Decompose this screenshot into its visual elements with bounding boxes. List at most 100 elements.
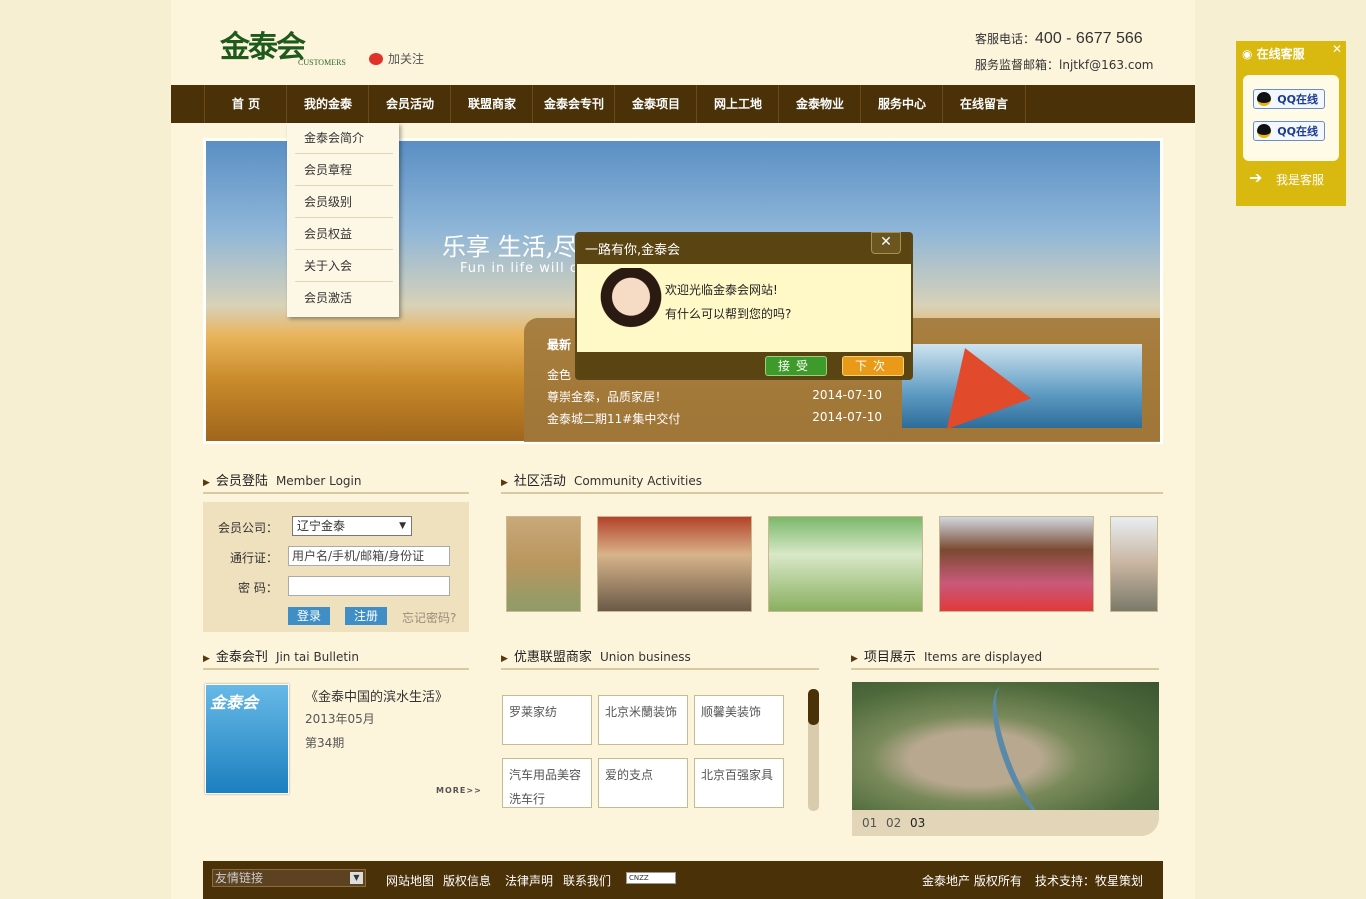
activity-photo[interactable] <box>506 516 581 612</box>
arrow-icon: ▶ <box>501 478 508 488</box>
news-item[interactable]: 金泰城二期11#集中交付 2014-07-10 <box>547 410 882 427</box>
union-merchant[interactable]: 北京百强家具 <box>694 758 784 808</box>
footer-link-contact[interactable]: 联系我们 <box>563 872 611 889</box>
footer-link-copyright[interactable]: 版权信息 <box>443 872 491 889</box>
next-time-button[interactable]: 下次 <box>842 356 904 376</box>
qq-online-button[interactable]: QQ在线 <box>1253 89 1325 109</box>
activity-photo[interactable] <box>597 516 752 612</box>
login-heading: ▶ 会员登陆 Member Login <box>203 470 469 494</box>
nav-item-service-center[interactable]: 服务中心 <box>860 85 943 123</box>
qq-online-button[interactable]: QQ在线 <box>1253 121 1325 141</box>
popup-message: 欢迎光临金泰会网站! 有什么可以帮到您的吗? <box>665 278 791 326</box>
dropdown-item-intro[interactable]: 金泰会简介 <box>295 123 393 154</box>
hotline: 客服电话：400 - 6677 566 <box>975 30 1143 48</box>
pager-03[interactable]: 03 <box>910 816 925 830</box>
arrow-icon: ▶ <box>501 654 508 664</box>
popup-line1: 欢迎光临金泰会网站! <box>665 283 778 297</box>
nav-item-journal[interactable]: 金泰会专刊 <box>532 85 615 123</box>
footer-support: 技术支持：牧星策划 <box>1035 874 1144 888</box>
chevron-down-icon: ▼ <box>399 521 406 531</box>
footer-link-legal[interactable]: 法律声明 <box>505 872 553 889</box>
qq-label: QQ在线 <box>1277 93 1318 106</box>
company-label: 会员公司： <box>218 521 279 535</box>
heading-text: 优惠联盟商家 <box>513 650 592 665</box>
union-merchant[interactable]: 北京米蘭装饰 <box>598 695 688 745</box>
project-pager: 01 02 03 <box>852 810 1159 836</box>
my-jintai-dropdown: 金泰会简介 会员章程 会员级别 会员权益 关于入会 会员激活 <box>287 123 399 317</box>
heading-en: Community Activities <box>573 474 702 488</box>
heading-en: Jin tai Bulletin <box>275 650 359 664</box>
password-label: 密 码： <box>238 581 278 595</box>
union-scrollbar[interactable] <box>808 689 819 811</box>
pager-02[interactable]: 02 <box>886 816 901 830</box>
activity-photo[interactable] <box>939 516 1094 612</box>
company-select[interactable]: 辽宁金泰 ▼ <box>292 516 412 536</box>
popup-line2: 有什么可以帮到您的吗? <box>665 307 792 321</box>
qq-box: QQ在线 QQ在线 <box>1243 75 1339 161</box>
pass-label: 通行证： <box>230 551 279 565</box>
logo-subtext: CUSTOMERS <box>298 58 346 67</box>
more-link[interactable]: MORE>> <box>436 786 482 795</box>
nav-item-union-merchants[interactable]: 联盟商家 <box>450 85 533 123</box>
close-icon[interactable]: ✕ <box>1331 43 1343 56</box>
dropdown-item-charter[interactable]: 会员章程 <box>295 155 393 186</box>
service-title-text: 在线客服 <box>1256 47 1305 61</box>
hotline-number: 400 - 6677 566 <box>1035 30 1143 47</box>
news-item[interactable]: 尊崇金泰，品质家居！ 2014-07-10 <box>547 388 882 405</box>
bulletin-cover[interactable]: 金泰会 <box>205 684 289 794</box>
nav-item-projects[interactable]: 金泰项目 <box>614 85 697 123</box>
logo-text: 金泰会 <box>220 30 306 65</box>
activity-photo[interactable] <box>1110 516 1158 612</box>
nav-item-my-jintai[interactable]: 我的金泰 <box>286 85 369 123</box>
login-button[interactable]: 登录 <box>288 607 330 625</box>
scrollbar-thumb[interactable] <box>808 689 819 725</box>
activity-photo[interactable] <box>768 516 923 612</box>
nav-item-home[interactable]: 首 页 <box>204 85 287 123</box>
dropdown-item-levels[interactable]: 会员级别 <box>295 187 393 218</box>
forgot-password-link[interactable]: 忘记密码? <box>402 609 456 626</box>
supervision-email: 服务监督邮箱：lnjtkf@163.com <box>975 58 1154 72</box>
friend-links-label: 友情链接 <box>215 871 264 885</box>
banner-slogan: 乐享 生活,尽 <box>442 233 578 261</box>
weibo-follow-link[interactable]: 加关注 <box>369 50 424 67</box>
heading-text: 金泰会刊 <box>215 650 268 665</box>
online-service-widget: ◉ 在线客服 ✕ QQ在线 QQ在线 我是客服 <box>1236 41 1346 206</box>
friend-links-select[interactable]: 友情链接 ▼ <box>212 869 366 887</box>
i-am-service-link[interactable]: 我是客服 <box>1249 168 1324 188</box>
service-title: ◉ 在线客服 <box>1242 45 1305 62</box>
weibo-icon <box>369 53 383 65</box>
accept-button[interactable]: 接受 <box>765 356 827 376</box>
bulletin-title[interactable]: 《金泰中国的滨水生活》 <box>305 686 448 705</box>
footer-bar: 友情链接 ▼ 网站地图 版权信息 法律声明 联系我们 CNZZ 金泰地产 版权所有… <box>203 861 1163 899</box>
union-merchant[interactable]: 爱的支点 <box>598 758 688 808</box>
pager-01[interactable]: 01 <box>862 816 877 830</box>
dropdown-item-join[interactable]: 关于入会 <box>295 251 393 282</box>
password-input[interactable] <box>288 576 450 596</box>
company-value: 辽宁金泰 <box>297 519 346 533</box>
news-item-title: 金色 <box>547 368 572 382</box>
news-item-title: 金泰城二期11#集中交付 <box>547 412 681 426</box>
cnzz-badge[interactable]: CNZZ <box>626 872 676 884</box>
dropdown-item-activate[interactable]: 会员激活 <box>295 283 393 314</box>
site-logo[interactable]: 金泰会 CUSTOMERS <box>220 22 360 68</box>
news-item-date: 2014-07-10 <box>812 410 882 424</box>
register-button[interactable]: 注册 <box>345 607 387 625</box>
footer-link-sitemap[interactable]: 网站地图 <box>386 872 434 889</box>
arrow-icon: ▶ <box>203 478 210 488</box>
bulletin-heading: ▶ 金泰会刊 Jin tai Bulletin <box>203 646 469 670</box>
nav-item-message[interactable]: 在线留言 <box>942 85 1026 123</box>
popup-close-button[interactable]: ✕ <box>871 232 901 254</box>
qq-penguin-icon <box>1257 124 1271 138</box>
nav-item-site-works[interactable]: 网上工地 <box>696 85 779 123</box>
dropdown-item-benefits[interactable]: 会员权益 <box>295 219 393 250</box>
nav-item-member-activities[interactable]: 会员活动 <box>368 85 451 123</box>
nav-item-property[interactable]: 金泰物业 <box>778 85 861 123</box>
union-merchant[interactable]: 顺馨美装饰 <box>694 695 784 745</box>
username-input[interactable]: 用户名/手机/邮箱/身份证 <box>288 546 450 566</box>
heading-en: Union business <box>599 650 691 664</box>
union-merchant[interactable]: 罗莱家纺 <box>502 695 592 745</box>
arrow-icon: ▶ <box>203 654 210 664</box>
project-image[interactable] <box>852 682 1159 810</box>
union-merchant[interactable]: 汽车用品美容洗车行 <box>502 758 592 808</box>
cover-logo-text: 金泰会 <box>210 693 259 712</box>
